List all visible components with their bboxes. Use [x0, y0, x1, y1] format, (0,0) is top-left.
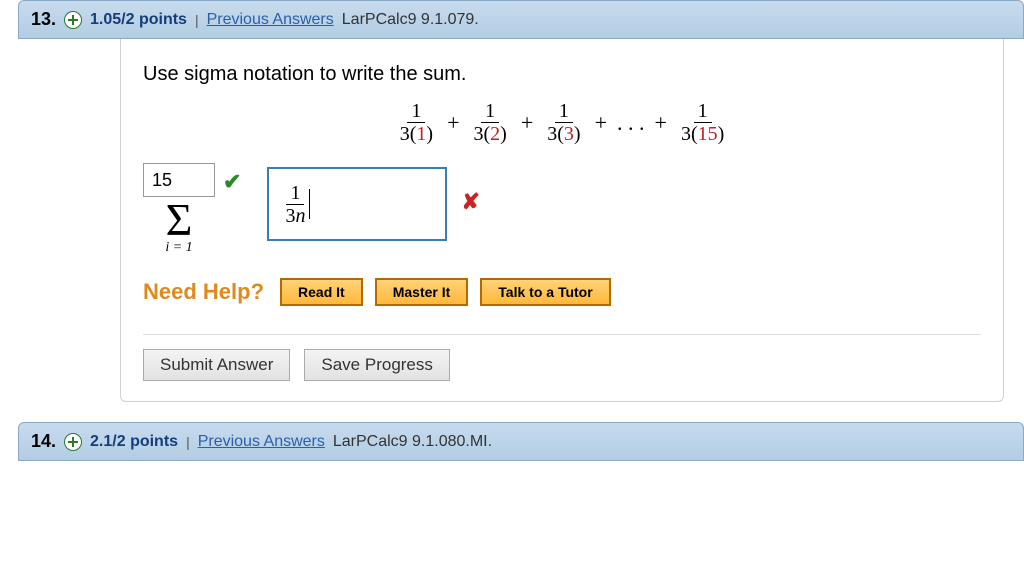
plus-sign: +	[595, 110, 607, 136]
read-it-button[interactable]: Read It	[280, 278, 363, 306]
fraction-term-last: 1 3(15)	[677, 100, 728, 145]
textbook-ref: LarPCalc9 9.1.079.	[342, 11, 479, 29]
sigma-symbol: Σ	[166, 199, 193, 240]
action-row: Submit Answer Save Progress	[143, 334, 981, 381]
plus-sign: +	[521, 110, 533, 136]
x-icon: ✘	[461, 189, 479, 215]
points-label: 1.05/2 points	[90, 11, 187, 29]
help-row: Need Help? Read It Master It Talk to a T…	[143, 278, 981, 306]
points-label: 2.1/2 points	[90, 433, 178, 451]
expression-input[interactable]: 1 3n	[267, 167, 447, 241]
question-14: 14. 2.1/2 points | Previous Answers LarP…	[0, 422, 1024, 461]
plus-icon[interactable]	[64, 433, 82, 451]
plus-icon[interactable]	[64, 11, 82, 29]
text-cursor	[309, 189, 310, 219]
talk-to-tutor-button[interactable]: Talk to a Tutor	[480, 278, 610, 306]
question-prompt: Use sigma notation to write the sum.	[143, 63, 981, 86]
textbook-ref: LarPCalc9 9.1.080.MI.	[333, 433, 492, 451]
fraction-term-2: 1 3(2)	[469, 100, 510, 145]
lower-bound: i = 1	[165, 240, 192, 256]
plus-sign: +	[447, 110, 459, 136]
header-divider: |	[195, 12, 199, 28]
upper-bound-input[interactable]: 15	[143, 163, 215, 197]
plus-sign: +	[655, 110, 667, 136]
question-header: 13. 1.05/2 points | Previous Answers Lar…	[18, 0, 1024, 39]
question-number: 14.	[31, 431, 56, 452]
answer-row: 15 Σ i = 1 ✔ 1 3n ✘	[143, 163, 981, 256]
question-body: Use sigma notation to write the sum. 1 3…	[120, 39, 1004, 402]
save-progress-button[interactable]: Save Progress	[304, 349, 450, 381]
header-divider: |	[186, 434, 190, 450]
check-icon: ✔	[223, 169, 241, 195]
sum-expression: 1 3(1) + 1 3(2) + 1 3(3) + . . . + 1 3(1…	[143, 100, 981, 145]
question-13: 13. 1.05/2 points | Previous Answers Lar…	[0, 0, 1024, 402]
answer-fraction: 1 3n	[281, 182, 309, 227]
question-number: 13.	[31, 9, 56, 30]
previous-answers-link[interactable]: Previous Answers	[198, 433, 325, 451]
need-help-label: Need Help?	[143, 279, 264, 305]
ellipsis: . . .	[617, 110, 645, 136]
previous-answers-link[interactable]: Previous Answers	[207, 11, 334, 29]
fraction-term-3: 1 3(3)	[543, 100, 584, 145]
question-header: 14. 2.1/2 points | Previous Answers LarP…	[18, 422, 1024, 461]
submit-answer-button[interactable]: Submit Answer	[143, 349, 290, 381]
fraction-term-1: 1 3(1)	[396, 100, 437, 145]
sigma-block: 15 Σ i = 1	[143, 163, 215, 256]
master-it-button[interactable]: Master It	[375, 278, 469, 306]
